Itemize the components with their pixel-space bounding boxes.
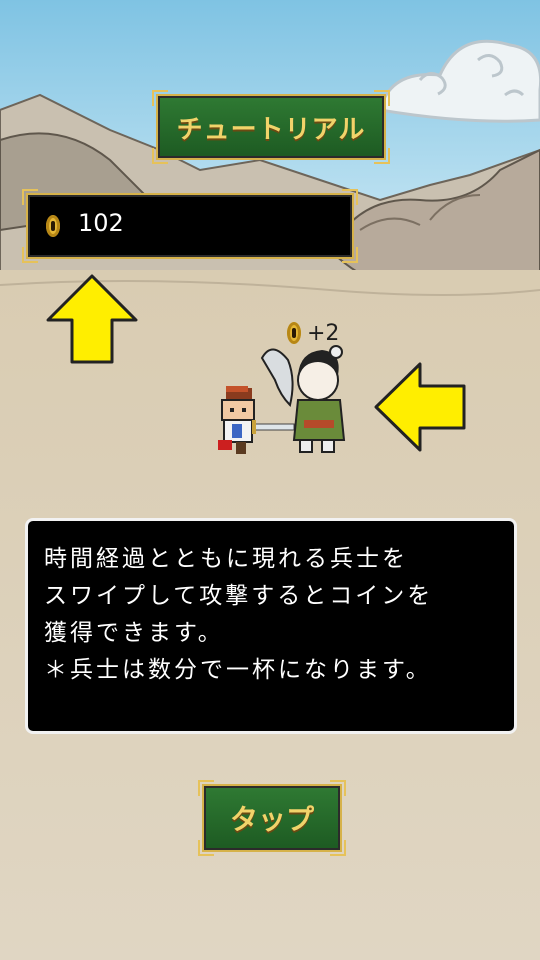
- tap-button-label: タップ: [229, 803, 314, 836]
- message-line: 獲得できます。: [44, 620, 224, 646]
- frame-corner: [342, 189, 358, 205]
- tutorial-title-banner: チュートリアル: [152, 90, 390, 164]
- reward-amount: +2: [307, 320, 340, 346]
- frame-corner: [22, 189, 38, 205]
- message-line: 時間経過とともに現れる兵士を: [44, 546, 408, 572]
- message-line: ＊兵士は数分で一杯になります。: [44, 657, 432, 683]
- coin-icon: [287, 322, 301, 344]
- tutorial-message-box: 時間経過とともに現れる兵士を スワイプして攻撃するとコインを 獲得できます。 ＊…: [25, 518, 517, 734]
- frame-corner: [342, 247, 358, 263]
- frame-corner: [22, 247, 38, 263]
- coin-reward-popup: +2: [287, 318, 339, 348]
- coin-count: 102: [78, 209, 124, 237]
- tap-button[interactable]: タップ: [198, 780, 346, 856]
- coin-counter: 102: [22, 189, 358, 263]
- page-title: チュートリアル: [176, 114, 366, 145]
- message-line: スワイプして攻撃するとコインを: [44, 583, 434, 609]
- coin-icon: [46, 215, 60, 237]
